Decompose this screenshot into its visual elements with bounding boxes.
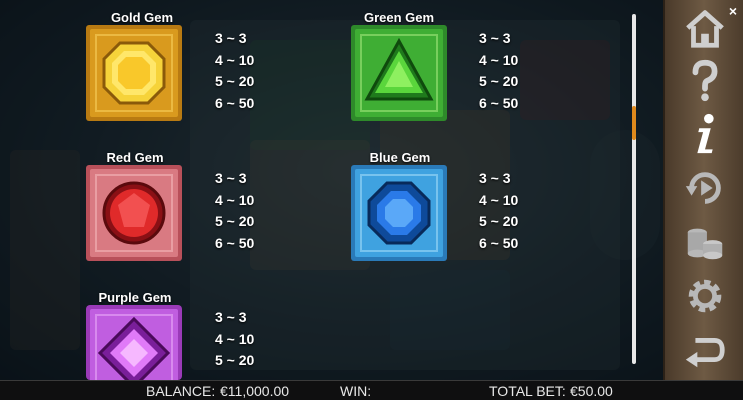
pay-row: 6 ~ 50 xyxy=(479,234,519,251)
gem-title: Green Gem xyxy=(363,10,435,25)
pay-row: 3 ~ 3 xyxy=(215,309,247,325)
gold-gem-icon xyxy=(86,25,182,121)
back-button[interactable] xyxy=(665,322,743,378)
scrollbar-thumb[interactable] xyxy=(632,106,636,140)
pay-row: 6 ~ 50 xyxy=(215,94,255,111)
balance-label: BALANCE: xyxy=(146,383,216,399)
balance-value: €11,000.00 xyxy=(220,383,290,399)
gem-title: Purple Gem xyxy=(98,290,172,305)
help-button[interactable] xyxy=(665,52,743,108)
pay-row: 3 ~ 3 xyxy=(479,30,511,46)
pay-list: 3 ~ 3 4 ~ 10 5 ~ 20 6 ~ 50 xyxy=(479,28,559,114)
pay-row: 5 ~ 20 xyxy=(479,73,519,90)
bottom-status-bar: BALANCE: €11,000.00 WIN: TOTAL BET: €50.… xyxy=(0,380,743,400)
settings-button[interactable] xyxy=(665,268,743,324)
red-gem-icon xyxy=(86,165,182,261)
back-icon xyxy=(685,338,725,368)
pay-row: 6 ~ 50 xyxy=(479,94,519,111)
gem-title: Red Gem xyxy=(106,150,164,165)
side-menu xyxy=(663,0,743,380)
scrollbar-track[interactable] xyxy=(632,14,636,364)
blue-gem-icon xyxy=(351,165,447,261)
pay-row: 5 ~ 20 xyxy=(215,352,255,369)
pay-row: 4 ~ 10 xyxy=(215,191,255,208)
pay-list: 3 ~ 3 4 ~ 10 5 ~ 20 xyxy=(215,307,295,372)
win-label: WIN: xyxy=(340,383,372,399)
coins-icon xyxy=(687,228,723,260)
pay-row: 5 ~ 20 xyxy=(215,213,255,230)
pay-row: 3 ~ 3 xyxy=(215,170,247,186)
close-button[interactable]: × xyxy=(725,3,741,19)
pay-list: 3 ~ 3 4 ~ 10 5 ~ 20 6 ~ 50 xyxy=(215,168,295,254)
total-bet-value: €50.00 xyxy=(570,383,613,399)
gem-title: Gold Gem xyxy=(110,10,174,25)
green-gem-icon xyxy=(351,25,447,121)
purple-gem-icon xyxy=(86,305,182,380)
pay-row: 4 ~ 10 xyxy=(215,330,255,347)
pay-row: 5 ~ 20 xyxy=(479,213,519,230)
settings-icon xyxy=(688,279,722,313)
help-icon xyxy=(692,59,718,102)
pay-row: 5 ~ 20 xyxy=(215,73,255,90)
autoplay-button[interactable] xyxy=(665,160,743,216)
pay-row: 4 ~ 10 xyxy=(479,191,519,208)
pay-row: 6 ~ 50 xyxy=(215,234,255,251)
bet-coins-button[interactable] xyxy=(665,214,743,270)
total-bet-label: TOTAL BET: xyxy=(489,383,566,399)
pay-list: 3 ~ 3 4 ~ 10 5 ~ 20 6 ~ 50 xyxy=(479,168,559,254)
pay-row: 4 ~ 10 xyxy=(479,51,519,68)
info-button[interactable] xyxy=(665,106,743,162)
pay-row: 4 ~ 10 xyxy=(215,51,255,68)
gem-title: Blue Gem xyxy=(369,150,431,165)
autoplay-icon xyxy=(685,172,721,204)
pay-list: 3 ~ 3 4 ~ 10 5 ~ 20 6 ~ 50 xyxy=(215,28,295,114)
info-icon xyxy=(697,113,714,154)
home-icon xyxy=(686,10,724,48)
pay-row: 3 ~ 3 xyxy=(479,170,511,186)
pay-row: 3 ~ 3 xyxy=(215,30,247,46)
